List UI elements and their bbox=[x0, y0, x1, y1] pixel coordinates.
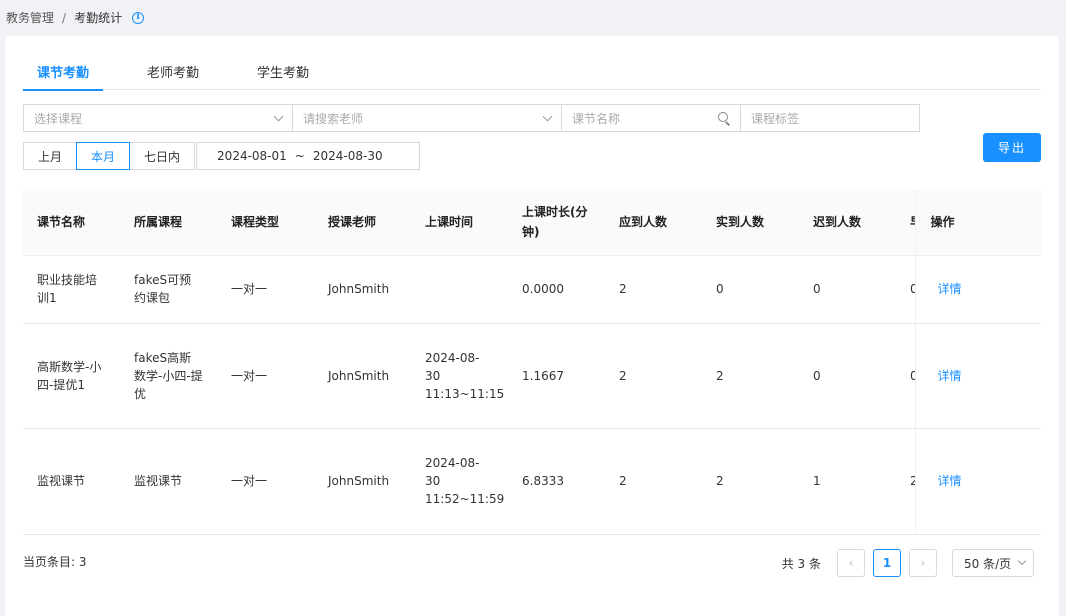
cell-start-time: 2024-08-30 11:52~11:59 bbox=[411, 428, 508, 535]
header-lesson-name: 课节名称 bbox=[23, 189, 120, 256]
header-present: 实到人数 bbox=[702, 189, 799, 256]
table-row: 监视课节 监视课节 一对一 JohnSmith 2024-08-30 11:52… bbox=[23, 428, 1041, 535]
prev-page-button[interactable]: ‹ bbox=[837, 549, 865, 577]
page-size-select[interactable]: 50 条/页 bbox=[952, 549, 1034, 577]
cell-late: 0 bbox=[799, 255, 896, 324]
chevron-down-icon bbox=[1017, 556, 1027, 566]
course-tag-placeholder: 课程标签 bbox=[751, 111, 800, 126]
chevron-left-icon: ‹ bbox=[848, 556, 854, 570]
cell-early-leave: 0 bbox=[896, 255, 915, 324]
cell-late: 1 bbox=[799, 428, 896, 535]
breadcrumb-separator: / bbox=[62, 10, 67, 25]
chevron-right-icon: › bbox=[920, 556, 926, 570]
header-start-time: 上课时间 bbox=[411, 189, 508, 256]
details-link[interactable]: 详情 bbox=[938, 282, 962, 296]
teacher-select-placeholder: 请搜索老师 bbox=[303, 111, 364, 126]
main-card: 课节考勤 老师考勤 学生考勤 选择课程 请搜索老师 课节名称 课程标签 上月 本… bbox=[5, 36, 1059, 616]
page-size-label: 50 条/页 bbox=[964, 556, 1012, 571]
chevron-down-icon bbox=[542, 111, 553, 121]
course-select[interactable]: 选择课程 bbox=[23, 104, 293, 132]
tab-bar: 课节考勤 老师考勤 学生考勤 bbox=[23, 54, 1041, 91]
cell-early-leave: 0 bbox=[896, 323, 915, 429]
table-row: 职业技能培训1 fakeS可预约课包 一对一 JohnSmith 0.0000 … bbox=[23, 255, 1041, 324]
cell-action: 详情 bbox=[914, 323, 1041, 429]
cell-start-time: 2024-08-30 11:13~11:15 bbox=[411, 323, 508, 429]
header-duration: 上课时长(分钟) bbox=[508, 189, 605, 256]
cell-expected: 2 bbox=[605, 323, 702, 429]
cell-late: 0 bbox=[799, 323, 896, 429]
cell-teacher: JohnSmith bbox=[314, 323, 411, 429]
lesson-name-search-input[interactable]: 课节名称 bbox=[561, 104, 741, 132]
cell-course: 监视课节 bbox=[120, 428, 217, 535]
search-icon[interactable] bbox=[718, 112, 730, 124]
cell-teacher: JohnSmith bbox=[314, 428, 411, 535]
date-separator: ~ bbox=[294, 149, 305, 163]
period-selector: 上月 本月 七日内 2024-08-01 ~ 2024-08-30 bbox=[23, 142, 421, 170]
cell-course-type: 一对一 bbox=[217, 323, 314, 429]
total-count: 共 3 条 bbox=[781, 556, 821, 571]
cell-duration: 6.8333 bbox=[508, 428, 605, 535]
tab-student-attendance[interactable]: 学生考勤 bbox=[243, 54, 323, 90]
cell-duration: 1.1667 bbox=[508, 323, 605, 429]
lesson-name-placeholder: 课节名称 bbox=[572, 111, 621, 126]
tab-lesson-attendance[interactable]: 课节考勤 bbox=[23, 54, 104, 91]
cell-present: 2 bbox=[702, 323, 799, 429]
cell-start-time bbox=[411, 255, 508, 324]
next-page-button[interactable]: › bbox=[909, 549, 937, 577]
header-expected: 应到人数 bbox=[605, 189, 702, 256]
breadcrumb-parent[interactable]: 教务管理 bbox=[6, 9, 54, 26]
cell-expected: 2 bbox=[605, 428, 702, 535]
course-tag-input[interactable]: 课程标签 bbox=[740, 104, 920, 132]
teacher-select[interactable]: 请搜索老师 bbox=[292, 104, 562, 132]
cell-early-leave: 2 bbox=[896, 428, 915, 535]
cell-duration: 0.0000 bbox=[508, 255, 605, 324]
breadcrumb-current: 考勤统计 bbox=[74, 11, 123, 25]
cell-course: fakeS可预约课包 bbox=[120, 255, 217, 324]
last-month-button[interactable]: 上月 bbox=[23, 142, 78, 170]
cell-expected: 2 bbox=[605, 255, 702, 324]
this-month-button[interactable]: 本月 bbox=[76, 142, 131, 170]
header-course-type: 课程类型 bbox=[217, 189, 314, 256]
cell-lesson-name: 职业技能培训1 bbox=[23, 255, 120, 324]
cell-lesson-name: 高斯数学-小四-提优1 bbox=[23, 323, 120, 429]
course-select-placeholder: 选择课程 bbox=[34, 111, 83, 126]
details-link[interactable]: 详情 bbox=[938, 474, 962, 488]
chevron-down-icon bbox=[273, 111, 284, 121]
attendance-table: 课节名称 所属课程 课程类型 授课老师 上课时间 上课时长(分钟) 应到人数 实… bbox=[23, 189, 1041, 535]
cell-course: fakeS高斯数学-小四-提优 bbox=[120, 323, 217, 429]
date-end: 2024-08-30 bbox=[312, 149, 383, 163]
table-header-row: 课节名称 所属课程 课程类型 授课老师 上课时间 上课时长(分钟) 应到人数 实… bbox=[23, 189, 1041, 256]
header-action: 操作 bbox=[914, 189, 1041, 256]
page-item-count: 当页条目: 3 bbox=[23, 555, 87, 569]
header-course: 所属课程 bbox=[120, 189, 217, 256]
tab-teacher-attendance[interactable]: 老师考勤 bbox=[133, 54, 213, 90]
cell-present: 0 bbox=[702, 255, 799, 324]
filter-row: 选择课程 请搜索老师 课节名称 课程标签 bbox=[23, 104, 920, 132]
cell-teacher: JohnSmith bbox=[314, 255, 411, 324]
cell-action: 详情 bbox=[914, 428, 1041, 535]
pagination: 共 3 条 ‹ 1 › 50 条/页 bbox=[782, 549, 1034, 577]
cell-course-type: 一对一 bbox=[217, 255, 314, 324]
export-button[interactable]: 导出 bbox=[983, 133, 1041, 162]
cell-present: 2 bbox=[702, 428, 799, 535]
seven-days-button[interactable]: 七日内 bbox=[129, 142, 196, 170]
header-early-leave: 早退 bbox=[896, 189, 915, 256]
cell-course-type: 一对一 bbox=[217, 428, 314, 535]
cell-action: 详情 bbox=[914, 255, 1041, 324]
details-link[interactable]: 详情 bbox=[938, 369, 962, 383]
cell-lesson-name: 监视课节 bbox=[23, 428, 120, 535]
date-start: 2024-08-01 bbox=[217, 149, 287, 163]
header-late: 迟到人数 bbox=[799, 189, 896, 256]
breadcrumb: 教务管理 / 考勤统计 i bbox=[6, 9, 145, 26]
info-icon[interactable]: i bbox=[132, 11, 145, 24]
page-number-button[interactable]: 1 bbox=[873, 549, 901, 577]
date-range-picker[interactable]: 2024-08-01 ~ 2024-08-30 bbox=[196, 142, 421, 170]
table-row: 高斯数学-小四-提优1 fakeS高斯数学-小四-提优 一对一 JohnSmit… bbox=[23, 323, 1041, 429]
header-teacher: 授课老师 bbox=[314, 189, 411, 256]
